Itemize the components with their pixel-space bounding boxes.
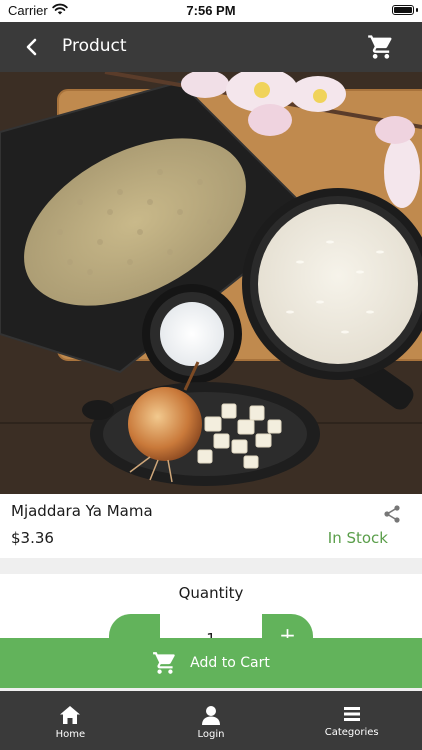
nav-label-categories: Categories <box>324 727 379 738</box>
quantity-increment-button[interactable]: + <box>262 614 313 640</box>
cart-icon <box>153 652 175 674</box>
product-photo <box>0 72 422 494</box>
status-bar: Carrier 7:56 PM <box>0 0 422 22</box>
quantity-label: Quantity <box>178 584 244 602</box>
home-icon <box>60 706 81 724</box>
quantity-section: Quantity 1 + <box>0 574 422 640</box>
stock-status: In Stock <box>327 529 388 547</box>
chevron-left-icon <box>26 38 37 56</box>
back-button[interactable] <box>18 33 46 61</box>
bottom-nav: Home Login Categories <box>0 691 422 750</box>
quantity-decrement-button[interactable] <box>109 614 160 640</box>
user-icon <box>202 706 220 725</box>
nav-label-home: Home <box>55 729 86 740</box>
nav-label-login: Login <box>197 729 225 740</box>
cart-button[interactable] <box>366 32 396 62</box>
product-name: Mjaddara Ya Mama <box>11 502 153 520</box>
status-time: 7:56 PM <box>186 3 236 18</box>
product-info: Mjaddara Ya Mama $3.36 In Stock <box>0 494 422 558</box>
battery-icon <box>392 5 414 15</box>
page-title: Product <box>62 36 127 56</box>
nav-item-home[interactable]: Home <box>0 691 141 750</box>
product-image <box>0 72 422 494</box>
app-header: Product <box>0 22 422 72</box>
share-icon <box>384 505 400 523</box>
cart-icon <box>368 35 392 59</box>
battery-tip <box>416 8 418 12</box>
menu-icon <box>343 707 360 721</box>
nav-item-login[interactable]: Login <box>141 691 282 750</box>
add-to-cart-label: Add to Cart <box>190 655 270 671</box>
add-to-cart-button[interactable]: Add to Cart <box>0 638 422 688</box>
nav-item-categories[interactable]: Categories <box>281 691 422 750</box>
product-price: $3.36 <box>11 529 54 547</box>
share-button[interactable] <box>382 504 402 524</box>
